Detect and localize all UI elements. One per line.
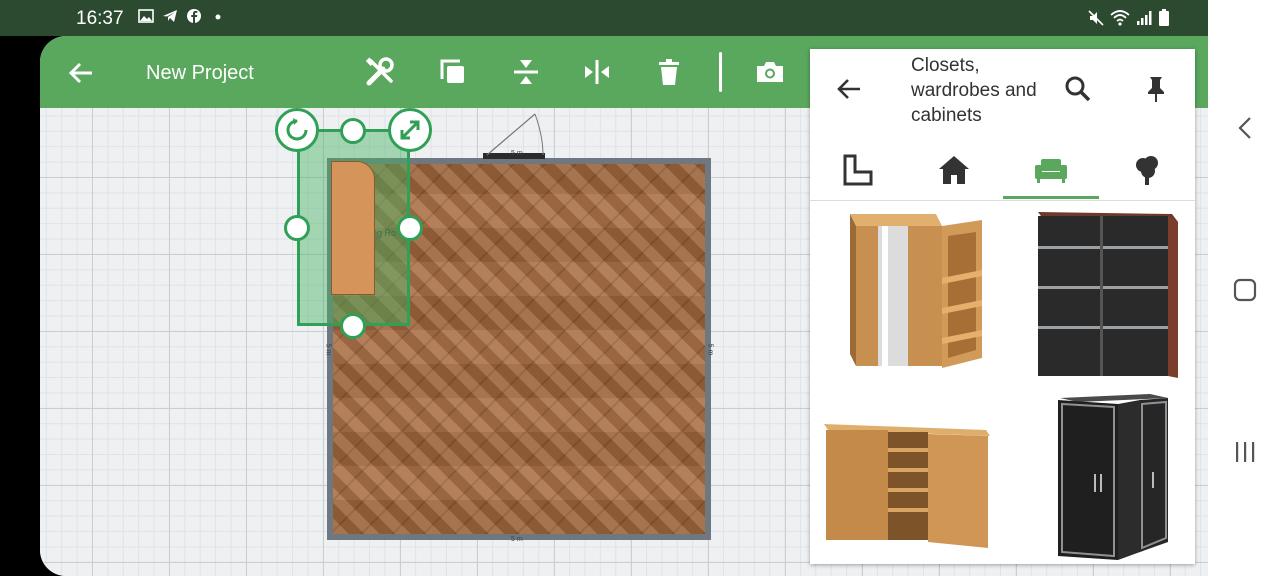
signal-icon [1137,11,1152,25]
telegram-icon [163,10,177,22]
duplicate-icon [440,59,464,83]
panel-title: Closets, wardrobes and cabinets [911,55,1037,126]
panel-back-button[interactable] [834,74,864,109]
toolbar-divider [719,52,722,92]
dot-icon [215,14,221,20]
catalog-item-wardrobe-mirror[interactable] [832,205,1002,383]
furniture-icon [1035,159,1067,183]
navigation-bar [1208,0,1280,576]
tools-button[interactable] [362,54,398,90]
tab-house[interactable] [906,141,1002,199]
status-time: 16:37 [76,8,124,29]
battery-icon [1159,9,1169,26]
catalog-item-wardrobe-corner[interactable] [1022,387,1192,565]
arrow-left-icon [837,79,860,99]
category-tabs [810,141,1195,201]
wardrobe-mirror-image [850,214,982,368]
search-icon [1065,76,1091,102]
dimension-right: 5 m [706,343,714,356]
pin-button[interactable] [1141,74,1171,109]
flip-horizontal-icon [585,60,609,84]
tree-icon [1136,156,1158,185]
wifi-icon [1110,10,1130,26]
camera-button[interactable] [752,54,788,90]
wardrobe-corner-image [1058,394,1168,560]
handle-left[interactable] [284,215,310,241]
item-grid [810,201,1195,564]
nav-back-button[interactable] [1230,113,1260,143]
recents-icon [1236,442,1255,462]
floor-plan-icon [843,154,873,186]
dimension-top: 5 m [511,150,523,157]
duplicate-button[interactable] [435,54,471,90]
catalog-item-wardrobe-dark[interactable] [1022,205,1192,383]
dimension-bottom: 5 m [511,536,523,543]
cabinet-wood-image [824,424,990,548]
mute-icon [1088,10,1104,26]
tab-outdoor[interactable] [1099,141,1195,199]
nav-home-button[interactable] [1230,275,1260,305]
image-icon [138,9,154,23]
catalog-item-cabinet-wood[interactable] [822,387,992,565]
chevron-left-icon [1238,117,1251,139]
status-bar: 16:37 [0,0,1208,36]
delete-icon [659,59,679,85]
resize-handle[interactable] [388,108,432,152]
selected-wardrobe[interactable] [331,161,375,295]
flip-vertical-button[interactable] [508,54,544,90]
wardrobe-dark-image [1038,212,1178,378]
home-square-icon [1233,278,1257,302]
rotate-icon [286,118,308,141]
flip-horizontal-button[interactable] [579,54,615,90]
handle-bottom[interactable] [340,313,366,339]
arrow-left-icon [68,62,92,84]
project-title: New Project [146,62,254,84]
flip-vertical-icon [514,60,538,84]
delete-button[interactable] [651,54,687,90]
tools-icon [365,57,394,86]
handle-top[interactable] [340,118,366,144]
tab-floor-plan[interactable] [810,141,906,199]
rotate-handle[interactable] [275,108,319,152]
catalog-panel: Closets, wardrobes and cabinets [810,49,1195,564]
resize-icon [400,120,420,140]
back-button[interactable] [66,58,96,88]
camera-icon [757,62,783,82]
dimension-left: 5 m [324,343,332,356]
search-button[interactable] [1063,74,1093,109]
house-icon [939,156,969,184]
pin-icon [1148,77,1164,102]
handle-right[interactable] [397,215,423,241]
tab-furniture[interactable] [1003,141,1099,199]
nav-recents-button[interactable] [1230,437,1260,467]
facebook-icon [187,9,201,24]
